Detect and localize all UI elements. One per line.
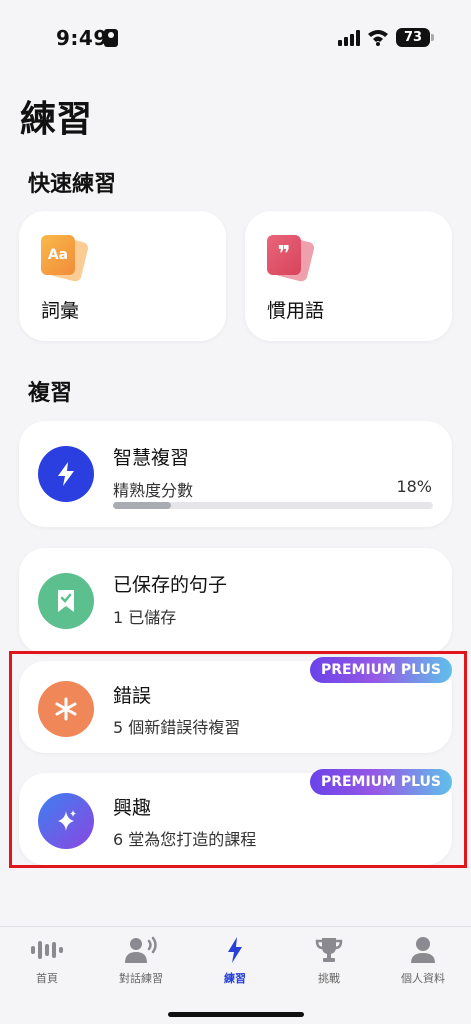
tab-conversation[interactable]: 對話練習 <box>94 935 188 986</box>
tab-practice[interactable]: 練習 <box>188 935 282 986</box>
idiom-label: 慣用語 <box>267 300 325 322</box>
cellular-signal-icon <box>338 30 360 46</box>
smart-review-title: 智慧複習 <box>113 447 190 469</box>
status-time: 9:49 <box>56 26 108 50</box>
mastery-score-label: 精熟度分數 <box>113 481 194 500</box>
mastery-score-percent: 18% <box>396 477 432 496</box>
tab-challenges-label: 挑戰 <box>318 972 340 985</box>
tab-conversation-label: 對話練習 <box>119 972 163 985</box>
vocabulary-label: 詞彙 <box>41 300 80 322</box>
trophy-icon <box>282 935 376 965</box>
mastery-progress-fill <box>113 502 171 509</box>
review-heading: 複習 <box>28 381 73 406</box>
smart-review-card[interactable]: 智慧複習 精熟度分數 18% <box>19 421 452 527</box>
idiom-card[interactable]: ❞ 慣用語 <box>245 211 452 341</box>
highlight-annotation-box <box>9 651 467 868</box>
idiom-quote-card-icon: ❞ <box>267 235 316 283</box>
saved-sentences-count: 1 已儲存 <box>113 608 177 627</box>
lightning-icon <box>38 446 94 502</box>
tab-practice-label: 練習 <box>224 972 246 985</box>
profile-icon <box>376 935 470 965</box>
tab-home-label: 首頁 <box>36 972 58 985</box>
home-indicator <box>168 1012 304 1017</box>
wifi-icon <box>368 30 388 46</box>
speaking-person-icon <box>94 935 188 965</box>
quick-practice-heading: 快速練習 <box>28 172 117 197</box>
id-card-icon <box>104 29 118 47</box>
vocabulary-card[interactable]: Aa 詞彙 <box>19 211 226 341</box>
tab-profile-label: 個人資料 <box>401 972 445 985</box>
home-waveform-icon <box>0 935 94 965</box>
page-title: 練習 <box>20 99 93 140</box>
mastery-progress-bar <box>113 502 433 509</box>
bookmark-check-icon <box>38 573 94 629</box>
tab-profile[interactable]: 個人資料 <box>376 935 470 986</box>
saved-sentences-title: 已保存的句子 <box>113 574 228 596</box>
bottom-tab-bar: 首頁 對話練習 練習 挑戰 個人資料 <box>0 926 471 1024</box>
tab-home[interactable]: 首頁 <box>0 935 94 986</box>
vocabulary-card-icon: Aa <box>41 235 90 283</box>
saved-sentences-card[interactable]: 已保存的句子 1 已儲存 <box>19 548 452 654</box>
tab-challenges[interactable]: 挑戰 <box>282 935 376 986</box>
battery-indicator: 73 <box>396 28 434 47</box>
lightning-icon <box>188 935 282 965</box>
status-bar: 9:49 73 <box>0 0 471 70</box>
